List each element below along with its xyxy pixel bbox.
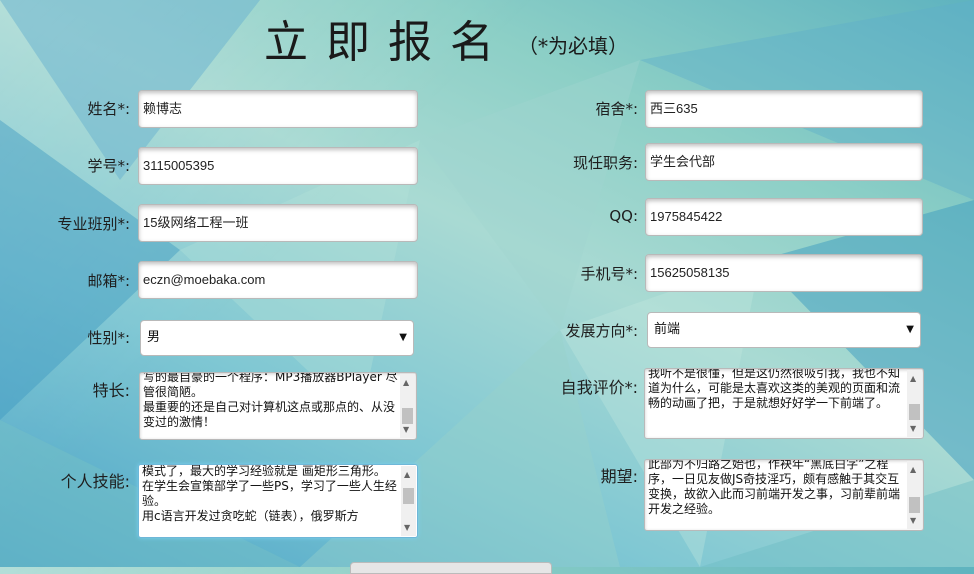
scroll-down-icon[interactable]: ▼ bbox=[403, 422, 409, 437]
gender-select[interactable]: 男 ▼ bbox=[140, 320, 414, 356]
expectation-textarea[interactable]: 此部为不归路之始也，作袂年“黑底白字”之程序，一日见友做JS奇技淫巧，颇有感触于… bbox=[644, 459, 924, 531]
scroll-down-icon[interactable]: ▼ bbox=[910, 513, 916, 528]
dorm-label: 宿舍*: bbox=[595, 100, 638, 118]
position-label: 现任职务: bbox=[572, 154, 638, 172]
specialty-scrollbar[interactable]: ▲ ▼ bbox=[400, 374, 415, 438]
email-label: 邮箱*: bbox=[87, 272, 130, 290]
self-eval-scrollbar[interactable]: ▲ ▼ bbox=[907, 370, 922, 437]
qq-label: QQ: bbox=[609, 207, 638, 225]
specialty-label: 特长: bbox=[92, 381, 130, 400]
scroll-up-icon[interactable]: ▲ bbox=[404, 467, 410, 482]
skills-scrollbar[interactable]: ▲ ▼ bbox=[401, 466, 416, 536]
gender-label: 性别*: bbox=[87, 329, 130, 347]
name-label: 姓名*: bbox=[87, 100, 130, 118]
position-input[interactable]: 学生会代部 bbox=[645, 143, 923, 181]
expectation-scrollbar[interactable]: ▲ ▼ bbox=[907, 461, 922, 529]
student-id-input[interactable]: 3115005395 bbox=[138, 147, 418, 185]
scroll-thumb[interactable] bbox=[909, 404, 920, 420]
scroll-up-icon[interactable]: ▲ bbox=[910, 371, 916, 386]
dorm-input[interactable]: 西三635 bbox=[645, 90, 923, 128]
student-id-label: 学号*: bbox=[87, 157, 130, 175]
specialty-textarea[interactable]: 写的最自豪的一个程序：MP3播放器BPlayer 尽管很简陋。 最重要的还是自己… bbox=[139, 372, 417, 440]
skills-textarea[interactable]: 模式了，最大的学习经验就是 画矩形三角形。 在学生会宣策部学了一些PS，学习了一… bbox=[138, 464, 418, 538]
qq-input[interactable]: 1975845422 bbox=[645, 198, 923, 236]
gender-value: 男 bbox=[147, 330, 161, 345]
page-title: 立即报名 bbox=[264, 17, 512, 68]
dropdown-arrow-icon: ▼ bbox=[399, 332, 407, 343]
self-eval-label: 自我评价*: bbox=[560, 378, 638, 397]
email-input[interactable]: eczn@moebaka.com bbox=[138, 261, 418, 299]
skills-label: 个人技能: bbox=[60, 472, 130, 491]
phone-input[interactable]: 15625058135 bbox=[645, 254, 923, 292]
direction-label: 发展方向*: bbox=[565, 322, 638, 340]
scroll-down-icon[interactable]: ▼ bbox=[404, 520, 410, 535]
dropdown-arrow-icon: ▼ bbox=[906, 324, 914, 335]
specialty-text: 写的最自豪的一个程序：MP3播放器BPlayer 尽管很简陋。 最重要的还是自己… bbox=[143, 372, 398, 429]
scroll-up-icon[interactable]: ▲ bbox=[403, 375, 409, 390]
submit-button[interactable] bbox=[350, 562, 552, 574]
name-input[interactable]: 赖博志 bbox=[138, 90, 418, 128]
class-label: 专业班别*: bbox=[57, 215, 130, 233]
expectation-text: 此部为不归路之始也，作袂年“黑底白字”之程序，一日见友做JS奇技淫巧，颇有感触于… bbox=[648, 459, 901, 516]
expectation-label: 期望: bbox=[600, 467, 638, 486]
direction-value: 前端 bbox=[654, 322, 681, 337]
skills-text: 模式了，最大的学习经验就是 画矩形三角形。 在学生会宣策部学了一些PS，学习了一… bbox=[142, 464, 397, 523]
scroll-up-icon[interactable]: ▲ bbox=[910, 462, 916, 477]
self-eval-text: 我听不是很懂，但是这仍然很吸引我，我也不知道为什么，可能是太喜欢这类的美观的页面… bbox=[648, 368, 901, 410]
phone-label: 手机号*: bbox=[580, 265, 638, 283]
scroll-down-icon[interactable]: ▼ bbox=[910, 421, 916, 436]
scroll-thumb[interactable] bbox=[403, 488, 414, 504]
direction-select[interactable]: 前端 ▼ bbox=[647, 312, 921, 348]
self-eval-textarea[interactable]: 我听不是很懂，但是这仍然很吸引我，我也不知道为什么，可能是太喜欢这类的美观的页面… bbox=[644, 368, 924, 439]
class-input[interactable]: 15级网络工程一班 bbox=[138, 204, 418, 242]
required-note: （*为必填） bbox=[518, 34, 628, 58]
scroll-thumb[interactable] bbox=[909, 497, 920, 513]
